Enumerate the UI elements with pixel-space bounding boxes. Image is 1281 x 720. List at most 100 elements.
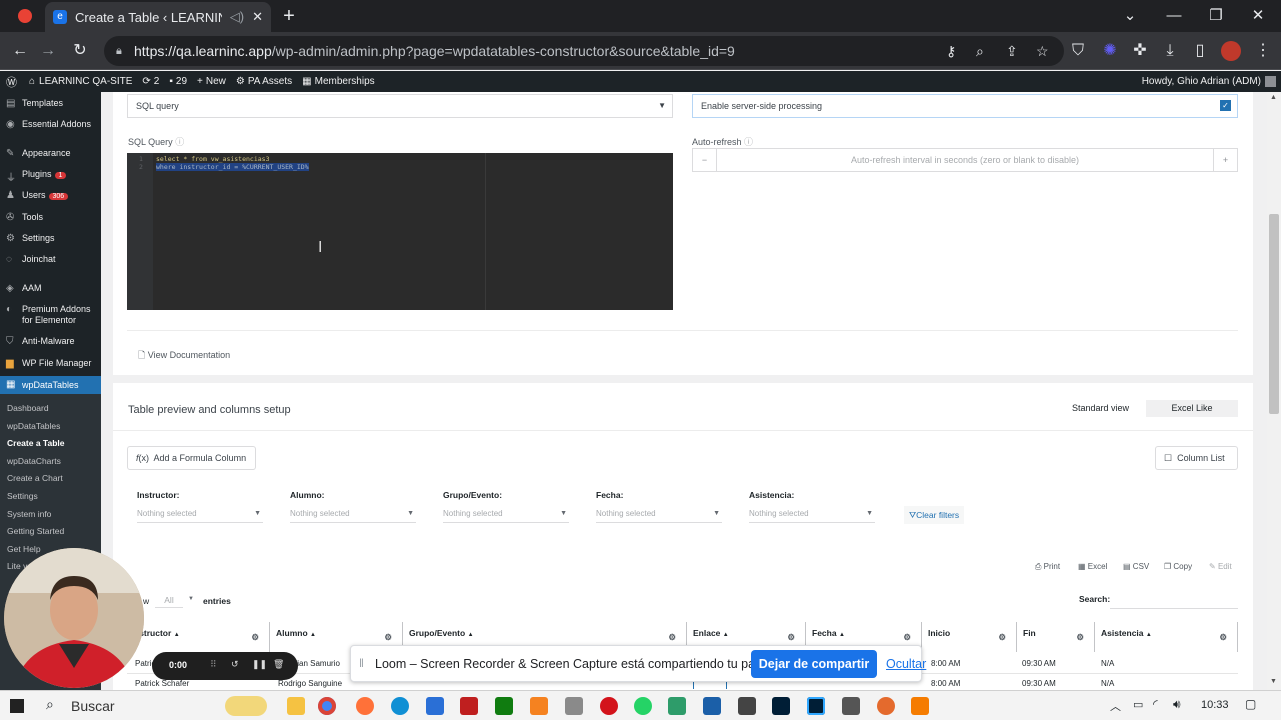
sidebar-item-joinchat[interactable]: ◌ Joinchat: [0, 254, 101, 265]
window-close-icon[interactable]: ✕: [1246, 4, 1270, 28]
browser-tab[interactable]: e Create a Table ‹ LEARNINC Q ◁) ✕: [45, 2, 271, 32]
sidebar-item-users[interactable]: ♟ Users 306: [0, 190, 101, 201]
copy-button[interactable]: ❐ Copy: [1164, 562, 1192, 571]
browser-menu-dots-icon[interactable]: ⋮: [1251, 39, 1275, 63]
filezilla-icon[interactable]: [460, 697, 478, 715]
sublime-icon[interactable]: [530, 697, 548, 715]
table-search-input[interactable]: [1110, 593, 1238, 609]
filter-select-fecha[interactable]: Nothing selected ▼: [596, 505, 722, 523]
file-explorer-icon[interactable]: [287, 697, 305, 715]
whatsapp-icon[interactable]: [634, 697, 652, 715]
sidebar-item-settings[interactable]: ⚙ Settings: [0, 233, 101, 244]
howdy-user[interactable]: Howdy, Ghio Adrian (ADM): [1142, 76, 1261, 87]
site-name[interactable]: LEARNINC QA-SITE: [39, 76, 132, 87]
column-header-instructor[interactable]: nstructor ▲ ⚙: [127, 622, 269, 652]
column-settings-icon[interactable]: ⚙: [1219, 626, 1227, 648]
new-content-link[interactable]: New: [206, 76, 226, 87]
taskbar-search[interactable]: Buscar: [71, 698, 115, 714]
pause-icon[interactable]: ❚❚: [252, 659, 267, 670]
lock-icon[interactable]: 🔒︎: [116, 36, 122, 66]
tab-close-icon[interactable]: ✕: [252, 9, 263, 25]
lightroom-icon[interactable]: [772, 697, 790, 715]
column-header-asistencia[interactable]: Asistencia ▲ ⚙: [1094, 622, 1238, 652]
view-documentation-link[interactable]: 🗋︎ View Documentation: [138, 348, 230, 364]
notifications-icon[interactable]: ▢: [1245, 697, 1256, 711]
sidebar-item-premium-addons[interactable]: ◐ Premium Addons for Elementor: [0, 304, 101, 326]
scroll-down-arrow-icon[interactable]: ▼: [1270, 678, 1277, 685]
wifi-icon[interactable]: ◜: [1153, 697, 1158, 711]
app-gray-icon[interactable]: [842, 697, 860, 715]
back-icon[interactable]: ←: [8, 39, 32, 63]
sidebar-item-tools[interactable]: ✇ Tools: [0, 212, 101, 223]
side-panel-icon[interactable]: ▯: [1188, 39, 1212, 63]
decrement-button[interactable]: −: [693, 149, 717, 171]
comments-icon[interactable]: ▪: [169, 76, 173, 87]
app-dark-icon[interactable]: [738, 697, 756, 715]
address-bar[interactable]: 🔒︎ https://qa.learninc.app/wp-admin/admi…: [104, 36, 1064, 66]
column-list-button[interactable]: ☐ Column List: [1155, 446, 1238, 470]
webcam-bubble[interactable]: [4, 548, 144, 688]
updates-count[interactable]: 2: [154, 76, 160, 87]
drag-handle-icon[interactable]: ⠿: [210, 659, 217, 670]
filter-select-instructor[interactable]: Nothing selected ▼: [137, 505, 263, 523]
delete-icon[interactable]: 🗑︎: [273, 659, 284, 670]
clock[interactable]: 10:33: [1201, 699, 1229, 711]
maximize-icon[interactable]: ❐: [1204, 4, 1228, 28]
submenu-create-table[interactable]: Create a Table: [7, 438, 64, 448]
drag-handle-icon[interactable]: ‖: [359, 656, 364, 670]
excel-button[interactable]: ▦ Excel: [1078, 562, 1107, 571]
browser-menu-icon[interactable]: [18, 9, 32, 23]
column-settings-icon[interactable]: ⚙: [1076, 626, 1084, 648]
sidebar-item-aam[interactable]: ◈ AAM: [0, 283, 101, 294]
tab-search-icon[interactable]: ⌄: [1118, 4, 1142, 28]
tray-chevron-icon[interactable]: ︿: [1110, 698, 1121, 714]
column-settings-icon[interactable]: ⚙: [998, 626, 1006, 648]
autorefresh-input[interactable]: Auto-refresh interval in seconds (zero o…: [717, 149, 1213, 171]
submenu-wpdatatables[interactable]: wpDataTables: [7, 421, 60, 431]
extension-loom-icon[interactable]: ✺: [1098, 39, 1122, 63]
sql-code-editor[interactable]: 1 2 select * from vw_asistencias3 where …: [127, 153, 673, 310]
new-tab-icon[interactable]: +: [277, 4, 301, 28]
server-side-toggle[interactable]: Enable server-side processing ✓: [692, 94, 1238, 118]
submenu-system-info[interactable]: System info: [7, 509, 51, 519]
sidebar-item-wp-file-manager[interactable]: ▆ WP File Manager: [0, 358, 101, 369]
app-icon[interactable]: [565, 697, 583, 715]
submenu-dashboard[interactable]: Dashboard: [7, 403, 49, 413]
edge-icon[interactable]: [391, 697, 409, 715]
zoom-icon[interactable]: ⌕: [976, 36, 984, 66]
memberships-link[interactable]: Memberships: [315, 76, 375, 87]
app-blue-icon[interactable]: [703, 697, 721, 715]
minimize-icon[interactable]: —: [1162, 4, 1186, 28]
stop-sharing-button[interactable]: Dejar de compartir: [751, 650, 877, 678]
column-header-fin[interactable]: Fin ⚙: [1016, 622, 1094, 652]
media-icon[interactable]: [600, 697, 618, 715]
volume-icon[interactable]: 🔊︎: [1173, 697, 1181, 712]
mute-icon[interactable]: ◁): [230, 9, 244, 25]
sidebar-item-essential-addons[interactable]: ◉ Essential Addons: [0, 119, 101, 130]
column-settings-icon[interactable]: ⚙: [251, 626, 259, 648]
standard-view-button[interactable]: Standard view: [1055, 400, 1146, 417]
new-plus-icon[interactable]: +: [197, 76, 203, 87]
sidebar-item-anti-malware[interactable]: ⛉ Anti-Malware: [0, 336, 101, 347]
sidebar-item-appearance[interactable]: ✎ Appearance: [0, 148, 101, 159]
updates-icon[interactable]: ⟳: [142, 76, 150, 87]
network-icon[interactable]: ▭: [1133, 698, 1143, 711]
profile-avatar[interactable]: [1221, 41, 1241, 61]
sidebar-item-wpdatatables[interactable]: ▦ wpDataTables: [0, 376, 101, 394]
csv-button[interactable]: ▤ CSV: [1123, 562, 1149, 571]
submenu-create-chart[interactable]: Create a Chart: [7, 473, 63, 483]
app-green-icon[interactable]: [668, 697, 686, 715]
download-icon[interactable]: ⤓: [1158, 39, 1182, 63]
app-orange-icon[interactable]: [877, 697, 895, 715]
clear-filters-button[interactable]: ⛛Clear filters: [904, 506, 965, 524]
extension-shield-icon[interactable]: ⛉: [1066, 39, 1090, 63]
sidebar-item-templates[interactable]: ▤ Templates: [0, 98, 101, 109]
excel-like-button[interactable]: Excel Like: [1146, 400, 1238, 417]
submenu-get-help[interactable]: Get Help: [7, 544, 41, 554]
comments-count[interactable]: 29: [176, 76, 187, 87]
scroll-up-arrow-icon[interactable]: ▲: [1270, 94, 1277, 101]
print-button[interactable]: ⎙ Print: [1035, 562, 1060, 572]
autorefresh-stepper[interactable]: − Auto-refresh interval in seconds (zero…: [692, 148, 1238, 172]
windows-start-icon[interactable]: [10, 699, 24, 713]
source-type-select[interactable]: SQL query ▼: [127, 94, 673, 118]
